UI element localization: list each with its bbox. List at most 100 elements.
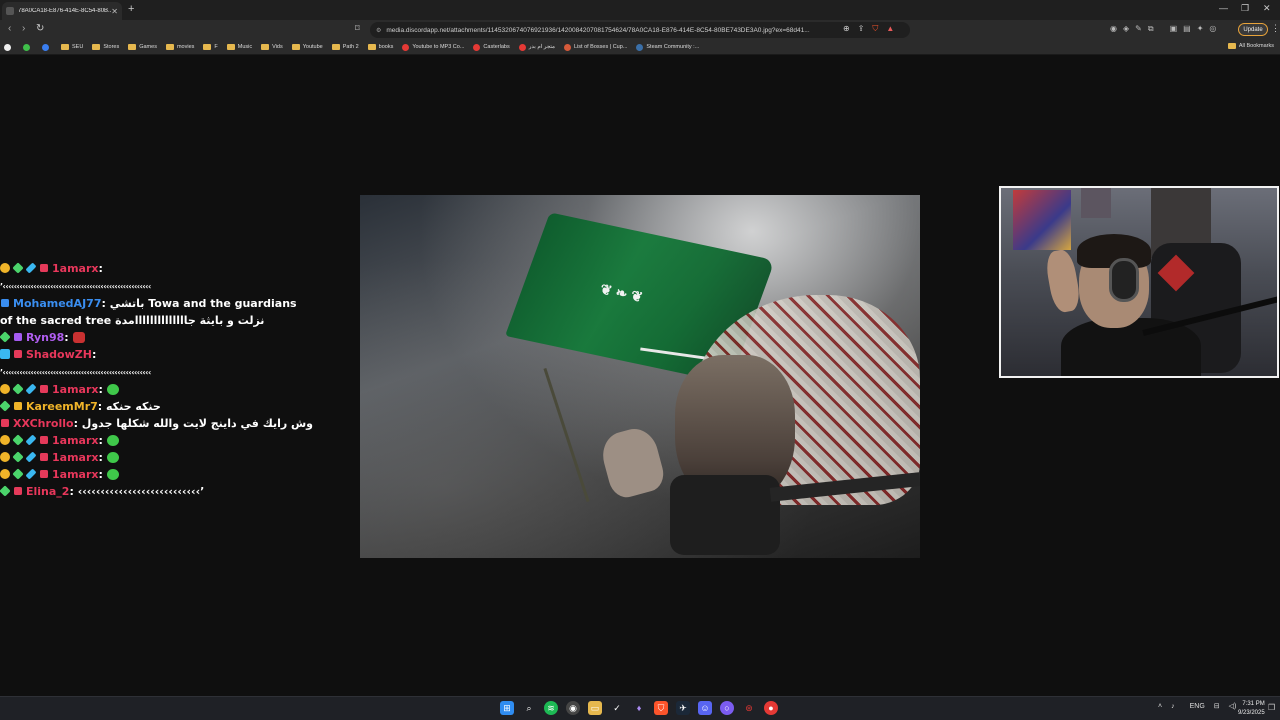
stream-chat: 1amarx: ’‹‹‹‹‹‹‹‹‹‹‹‹‹‹‹‹‹‹‹‹‹‹‹‹‹‹‹‹‹‹‹…	[0, 260, 313, 500]
bookmark-item[interactable]: Youtube	[291, 44, 323, 50]
chat-username[interactable]: ShadowZH	[26, 348, 92, 361]
back-icon[interactable]: ‹	[8, 23, 11, 34]
reload-icon[interactable]: ↻	[36, 23, 44, 34]
bookmark-item[interactable]: Music	[226, 44, 252, 50]
bookmark-item[interactable]: Vids	[261, 44, 283, 50]
chat-username[interactable]: 1amarx	[52, 434, 98, 447]
bookmark-icon-item[interactable]	[23, 43, 33, 51]
menu-icon[interactable]: ⋮	[1271, 23, 1280, 34]
all-bookmarks-button[interactable]: All Bookmarks	[1227, 43, 1274, 49]
site-favicon-icon	[636, 43, 644, 51]
chat-username[interactable]: 1amarx	[52, 383, 98, 396]
brave-rewards-icon[interactable]: ▲	[886, 24, 894, 34]
sword-badge-icon	[25, 262, 37, 274]
clock[interactable]: 7:31 PM 9/23/2025	[1238, 700, 1265, 718]
wall-poster-image	[1081, 188, 1111, 218]
chat-username[interactable]: 1amarx	[52, 468, 98, 481]
bookmark-item[interactable]: books	[367, 44, 393, 50]
spotify-icon[interactable]: ≋	[544, 701, 558, 715]
extension-icon[interactable]: ✎	[1135, 24, 1142, 34]
red-badge-icon	[40, 264, 48, 272]
bookmark-item[interactable]: Stores	[92, 44, 119, 50]
image-viewer: 1amarx: ’‹‹‹‹‹‹‹‹‹‹‹‹‹‹‹‹‹‹‹‹‹‹‹‹‹‹‹‹‹‹‹…	[0, 56, 1280, 696]
site-favicon-icon	[473, 43, 481, 51]
bookmark-item[interactable]: Games	[128, 44, 157, 50]
new-tab-button[interactable]: +	[128, 3, 134, 15]
extension-icon[interactable]: ◈	[1123, 24, 1129, 34]
bookmark-favicon-icon	[4, 43, 11, 51]
app-icon[interactable]: ⊛	[742, 701, 756, 715]
url-text: media.discordapp.net/attachments/1145320…	[386, 26, 810, 34]
file-explorer-icon[interactable]: ▭	[588, 701, 602, 715]
steam-icon[interactable]: ✈	[676, 701, 690, 715]
notifications-icon[interactable]: ❒	[1268, 703, 1275, 712]
bookmark-item[interactable]: List of Bosses | Cup...	[563, 43, 628, 51]
app-icon[interactable]: ◉	[566, 701, 580, 715]
leo-icon[interactable]: ✦	[1197, 24, 1204, 34]
search-icon[interactable]: ⌕	[522, 701, 536, 715]
update-button[interactable]: Update	[1238, 23, 1268, 36]
bookmark-item[interactable]: F	[203, 44, 218, 50]
bookmark-item[interactable]: Casterlabs	[473, 43, 510, 51]
bookmark-icon-item[interactable]	[4, 43, 14, 51]
bookmark-icon-item[interactable]	[42, 43, 52, 51]
folder-icon	[1227, 43, 1236, 49]
forward-icon[interactable]: ›	[22, 23, 25, 34]
brave-icon[interactable]: ⛉	[654, 701, 668, 715]
bookmark-item[interactable]: Youtube to MP3 Co...	[402, 43, 465, 51]
close-window-icon[interactable]: ✕	[1263, 3, 1271, 14]
chat-username[interactable]: Elina_2	[26, 485, 69, 498]
language-indicator[interactable]: ENG	[1190, 703, 1205, 710]
extensions-puzzle-icon[interactable]: ⧉	[1148, 24, 1154, 34]
bookmark-label: List of Bosses | Cup...	[573, 44, 628, 50]
hand-image	[597, 423, 668, 502]
stream-video-frame: ❦ ❧ ❦	[360, 195, 920, 558]
bookmark-item[interactable]: متجر ام بدر	[518, 43, 555, 51]
chat-text: ’‹‹‹‹‹‹‹‹‹‹‹‹‹‹‹‹‹‹‹‹‹‹‹‹‹‹‹‹‹‹‹‹‹‹‹‹‹‹‹…	[0, 282, 151, 291]
bookmark-label: movies	[176, 44, 195, 50]
app-icon[interactable]: ♦	[632, 701, 646, 715]
all-bookmarks-label: All Bookmarks	[1238, 43, 1274, 49]
share-icon[interactable]: ⇪	[858, 24, 865, 34]
bookmark-item[interactable]: Path 2	[331, 44, 359, 50]
red-badge-icon	[1, 419, 9, 427]
chevron-up-icon[interactable]: ˄	[1158, 703, 1162, 710]
app-icon[interactable]: ●	[764, 701, 778, 715]
chat-username[interactable]: 1amarx	[52, 451, 98, 464]
bookmark-label: Youtube to MP3 Co...	[412, 44, 465, 50]
volume-icon[interactable]: ◁)	[1229, 702, 1237, 710]
zoom-icon[interactable]: ⊕	[843, 24, 850, 34]
vpn-icon[interactable]: ◎	[1209, 24, 1216, 34]
discord-icon[interactable]: ☺	[698, 701, 712, 715]
wallet-icon[interactable]: ▤	[1183, 24, 1191, 34]
red-badge-icon	[40, 436, 48, 444]
chat-emote-icon	[106, 469, 119, 480]
minimize-icon[interactable]: —	[1219, 3, 1228, 13]
app-icon[interactable]: ○	[720, 701, 734, 715]
close-tab-icon[interactable]: ✕	[111, 7, 118, 16]
brave-shields-icon[interactable]: ⛉	[872, 24, 878, 34]
start-icon[interactable]: ⊞	[500, 701, 514, 715]
browser-tab[interactable]: 78A0CA18-E876-414E-8C54-80B... ✕	[2, 2, 122, 20]
chat-emote-icon	[106, 452, 119, 463]
extension-icon[interactable]: ◉	[1110, 24, 1117, 34]
site-info-icon[interactable]: ⚙	[376, 27, 381, 34]
chat-username[interactable]: MohamedAJ77	[13, 297, 101, 310]
chat-username[interactable]: XXChrollo	[13, 417, 74, 430]
chat-username[interactable]: Ryn98	[26, 331, 64, 344]
site-favicon-icon	[518, 43, 526, 51]
bookmark-item[interactable]: movies	[165, 44, 195, 50]
address-bar[interactable]: ⚙ media.discordapp.net/attachments/11453…	[370, 22, 910, 38]
chat-username[interactable]: 1amarx	[52, 262, 98, 275]
bookmark-page-icon[interactable]: ⌑	[355, 23, 360, 34]
bookmark-item[interactable]: Steam Community :...	[636, 43, 699, 51]
chat-text: ’‹‹‹‹‹‹‹‹‹‹‹‹‹‹‹‹‹‹‹‹‹‹‹‹‹‹‹‹‹‹‹‹‹‹‹‹‹‹‹…	[0, 368, 151, 377]
microphone-icon[interactable]: ♪	[1171, 703, 1175, 710]
chat-username[interactable]: KareemMr7	[26, 400, 98, 413]
restore-icon[interactable]: ❐	[1241, 3, 1249, 14]
network-icon[interactable]: ⊟	[1214, 702, 1220, 710]
bookmark-item[interactable]: SEU	[61, 44, 83, 50]
app-icon[interactable]: ✓	[610, 701, 624, 715]
green-badge-icon	[12, 468, 24, 480]
sidebar-toggle-icon[interactable]: ▣	[1170, 24, 1178, 34]
